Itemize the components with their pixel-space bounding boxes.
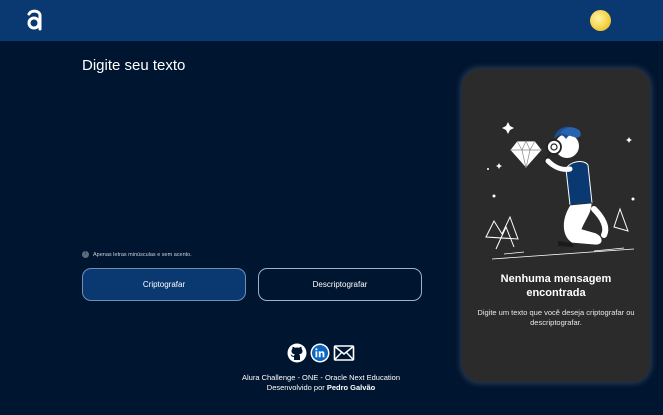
hint-text: Apenas letras minúsculas e sem acento. — [93, 251, 192, 258]
page-title: Digite seu texto — [82, 57, 186, 74]
footer-author: Pedro Galvão — [326, 383, 376, 392]
moon-avatar-icon[interactable] — [590, 10, 611, 31]
person-with-magnifier-illustration — [485, 122, 635, 260]
footer-credit-prefix: Desenvolvido por — [266, 383, 325, 392]
footer-line-2: Desenvolvido por Pedro Galvão — [200, 383, 442, 393]
social-links — [287, 343, 355, 368]
top-bar — [0, 0, 663, 41]
encrypt-button[interactable]: Criptografar — [82, 268, 246, 301]
input-hint: ! Apenas letras minúsculas e sem acento. — [82, 251, 192, 258]
footer-line-1: Alura Challenge - ONE - Oracle Next Educ… — [242, 373, 400, 382]
github-icon[interactable] — [287, 343, 307, 368]
info-icon: ! — [82, 251, 89, 258]
no-message-text: Digite um texto que você deseja criptogr… — [477, 308, 635, 327]
footer: Alura Challenge - ONE - Oracle Next Educ… — [200, 373, 442, 393]
linkedin-icon[interactable] — [310, 343, 330, 368]
result-panel: Nenhuma mensagem encontrada Digite um te… — [462, 69, 650, 382]
decrypt-button[interactable]: Descriptografar — [258, 268, 422, 301]
no-message-title: Nenhuma mensagem encontrada — [500, 273, 612, 299]
alura-logo-icon[interactable] — [26, 8, 44, 32]
text-input[interactable] — [82, 85, 422, 245]
mail-icon[interactable] — [333, 344, 355, 367]
